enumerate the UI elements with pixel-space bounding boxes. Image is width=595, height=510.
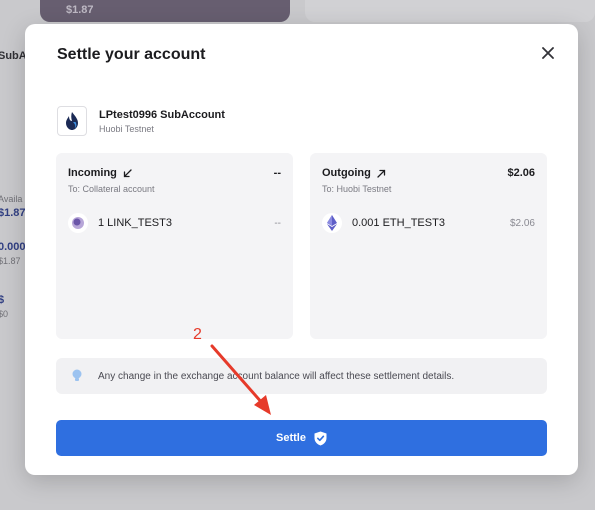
annotation-arrow-icon (210, 344, 271, 415)
